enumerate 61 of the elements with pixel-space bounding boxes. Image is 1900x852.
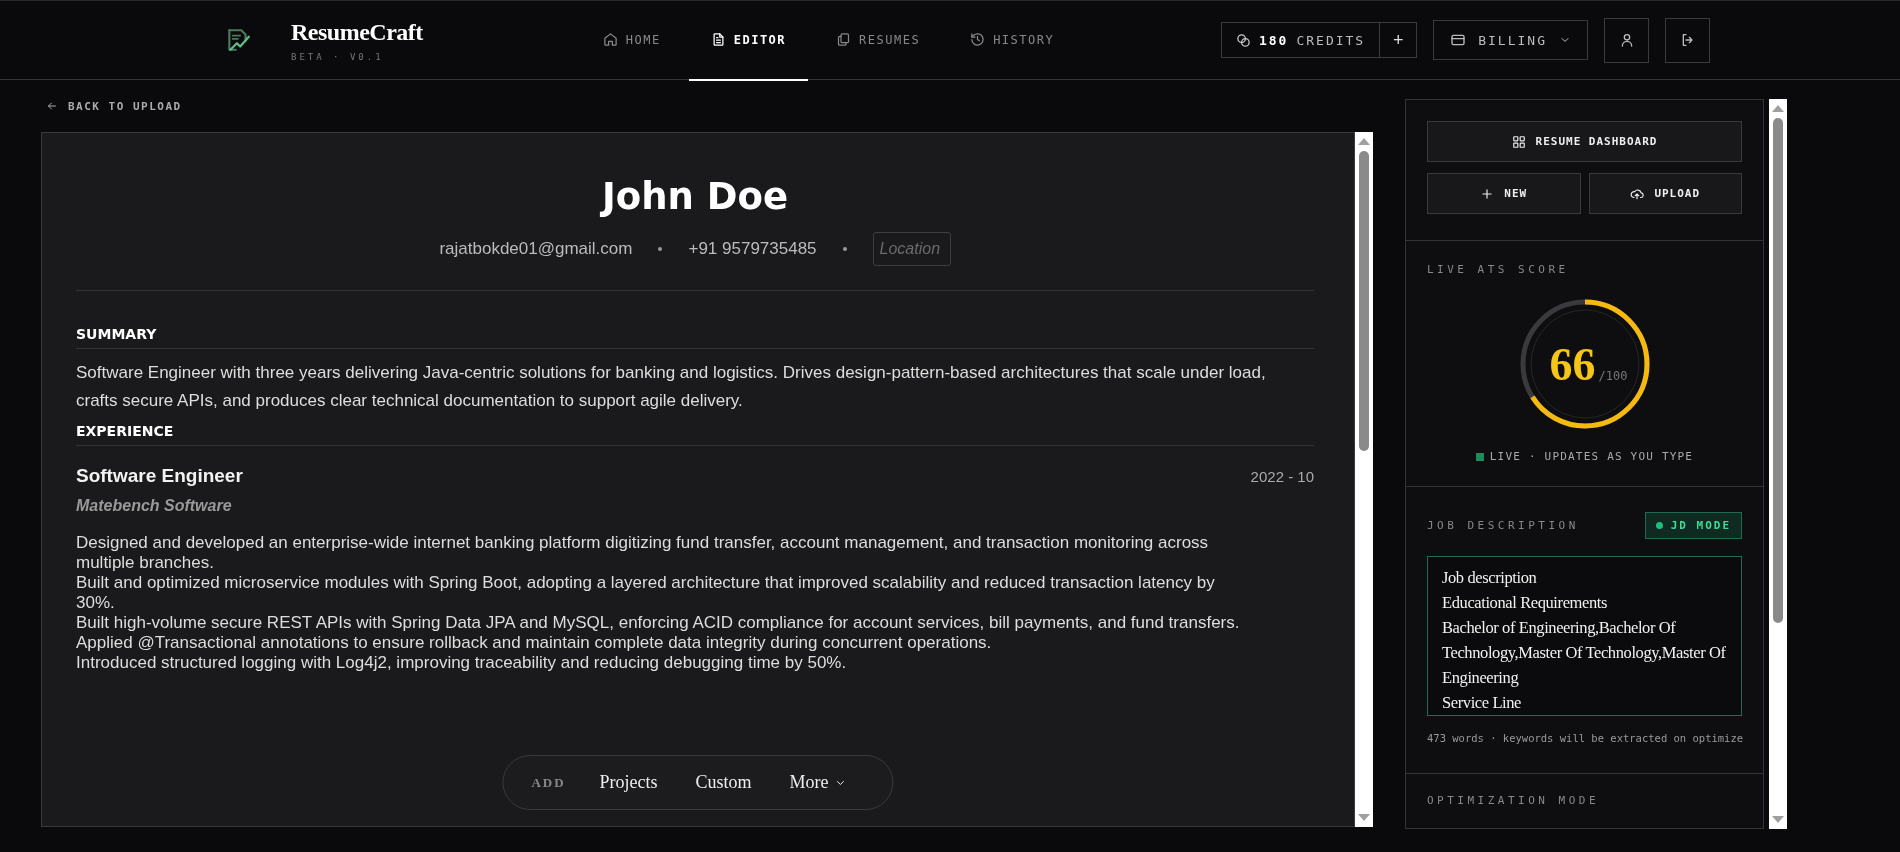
scrollbar[interactable] <box>1769 99 1787 829</box>
status-dot-icon <box>1655 522 1663 529</box>
back-link[interactable]: BACK TO UPLOAD <box>41 80 1373 132</box>
section-label: LIVE ATS SCORE <box>1427 263 1570 276</box>
add-credits-button[interactable]: + <box>1380 23 1417 57</box>
plus-icon <box>1480 186 1495 201</box>
app-title: ResumeCraft <box>291 18 423 46</box>
resume-chart-icon <box>225 26 251 54</box>
contact-text: rajatbokde01@gmail.com <box>439 239 633 259</box>
job-title: Software Engineer <box>76 465 243 487</box>
add-label: ADD <box>531 774 566 791</box>
document-icon <box>710 32 726 47</box>
dashboard-button[interactable]: RESUME DASHBOARD <box>1427 121 1742 162</box>
score-max: /100 <box>1598 368 1628 383</box>
account-button[interactable] <box>1604 17 1649 63</box>
logout-button[interactable] <box>1665 17 1710 63</box>
bullet-text: Built high-volume secure REST APIs with Spring Data JPA and MySQL, enforcing ACID compliance for account services, bill payments, and fund transfers. <box>76 613 1241 633</box>
bullet-text: Built and optimized microservice modules with Spring Boot, adopting a layered architecture that improved scalability and reduced transaction latency by 30%. <box>76 573 1216 613</box>
action-button[interactable]: UPLOAD <box>1588 173 1742 214</box>
add-section-button[interactable]: More <box>771 766 865 799</box>
company-name: Matebench Software <box>76 497 233 515</box>
live-status: LIVE · UPDATES AS YOU TYPE <box>1489 450 1694 463</box>
cloud-upload-icon <box>1630 186 1645 201</box>
mode-badge: JD MODE <box>1644 512 1742 539</box>
bullet-text: Introduced structured logging with Log4j2, improving traceability and reducing debugging time by 50%. <box>76 653 848 673</box>
nav-tab[interactable]: HOME <box>580 0 683 81</box>
credits-label: CREDITS <box>1296 32 1366 48</box>
contact-text: +91 9579735485 <box>688 239 817 259</box>
separator-dot <box>658 247 663 251</box>
coins-icon <box>1235 32 1251 48</box>
section-heading: SUMMARY <box>76 326 1314 349</box>
summary-text: Software Engineer with three years delivering Java-centric solutions for banking and logistics. Drives design-pattern-based architectures that scale under load, crafts secure APIs, and produces clear technical documentation to support agile delivery. <box>76 362 1267 412</box>
action-button[interactable]: NEW <box>1427 173 1581 214</box>
word-count: 473 words · keywords will be extracted on optimize <box>1427 732 1742 744</box>
resume-name: John Doe <box>599 175 789 219</box>
section-label: OPTIMIZATION MODE <box>1427 794 1601 807</box>
score-value: 66 <box>1549 337 1596 391</box>
location-field[interactable]: Location <box>872 232 951 266</box>
section-heading: EXPERIENCE <box>76 423 1314 446</box>
add-section-button[interactable]: Custom <box>677 766 770 799</box>
live-indicator-icon <box>1475 452 1484 461</box>
nav-tab[interactable]: RESUMES <box>814 0 943 81</box>
grid-icon <box>1511 134 1526 149</box>
job-date: 2022 - 10 <box>1250 468 1314 485</box>
nav-tab[interactable]: EDITOR <box>688 0 809 81</box>
card-icon <box>1450 32 1467 48</box>
section-label: JOB DESCRIPTION <box>1427 519 1579 532</box>
bullet-text: Applied @Transactional annotations to ensure rollback and maintain complete data integrity during concurrent operations. <box>76 633 993 653</box>
arrow-left-icon <box>46 100 58 112</box>
credits-count: 180 <box>1258 32 1289 48</box>
nav-tab[interactable]: HISTORY <box>948 0 1077 81</box>
job-description-field[interactable]: Job description Educational Requirements Bachelor of Engineering,Bachelor Of Technology,Master Of Technology,Master Of Engineering Service Line <box>1427 556 1742 716</box>
home-icon <box>602 32 618 47</box>
version-label: BETA · V0.1 <box>291 51 385 62</box>
copy-icon <box>836 32 852 47</box>
bullet-text: Designed and developed an enterprise-wide internet banking platform digitizing fund transfer, account management, and transaction monitoring across multiple branches. <box>76 533 1210 573</box>
billing-menu[interactable]: BILLING <box>1433 20 1588 60</box>
add-section-button[interactable]: Projects <box>581 766 676 799</box>
scrollbar[interactable] <box>1355 132 1373 827</box>
history-icon <box>970 32 986 47</box>
separator-dot <box>842 247 847 251</box>
